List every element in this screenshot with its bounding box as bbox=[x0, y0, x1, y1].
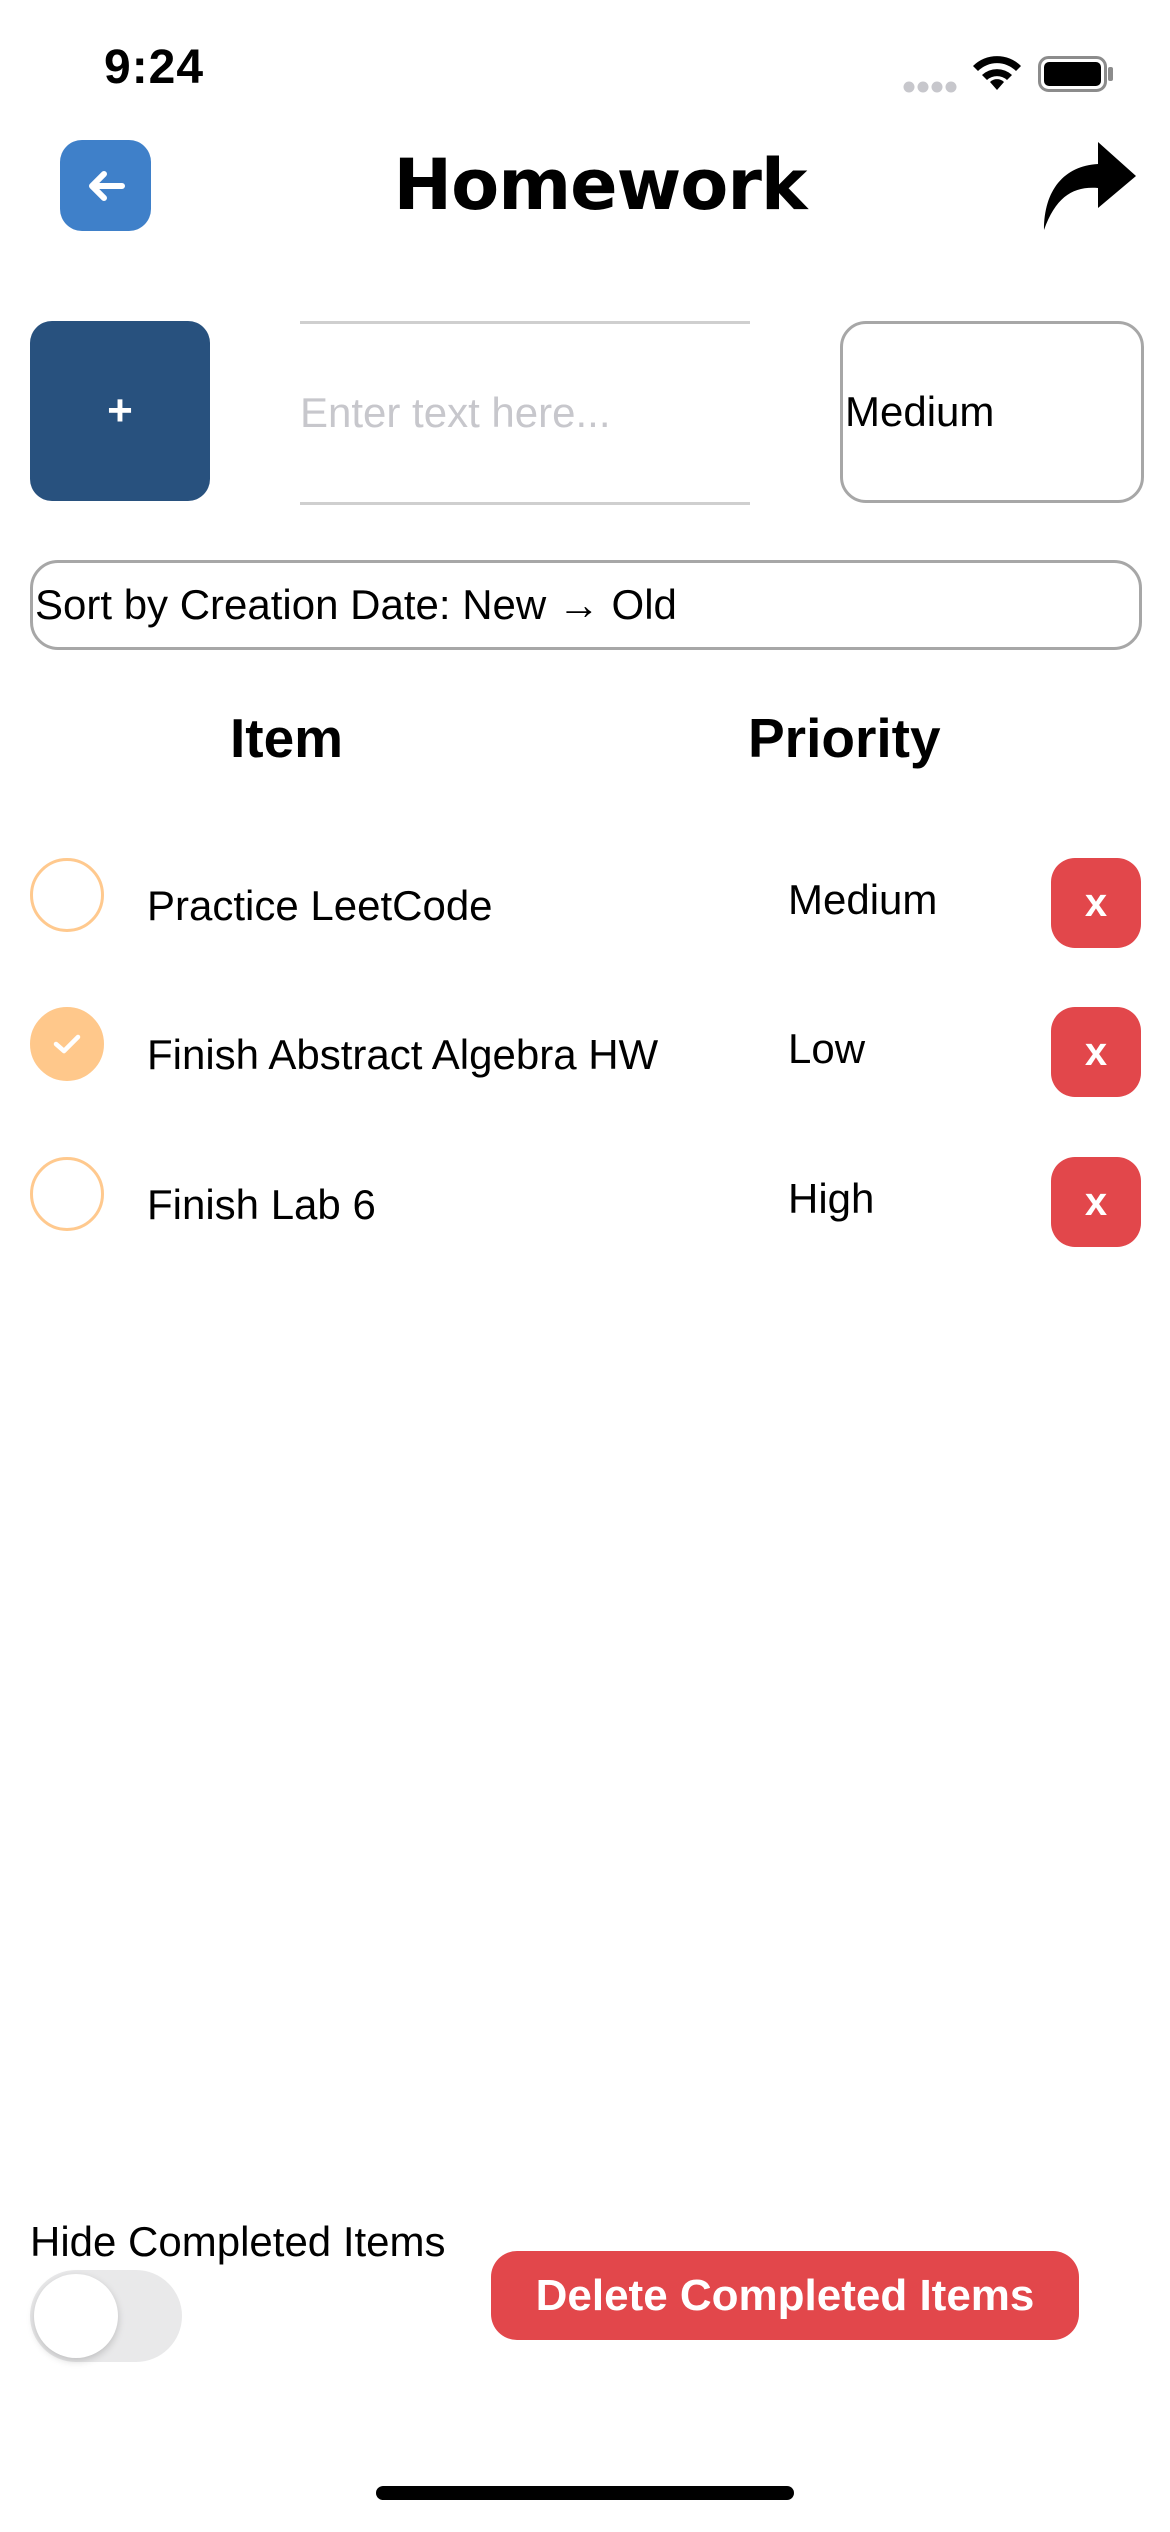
item-priority: Low bbox=[788, 1025, 866, 1072]
delete-item-button[interactable]: x bbox=[1051, 1007, 1141, 1097]
priority-select[interactable]: Medium bbox=[840, 321, 1144, 503]
complete-checkbox[interactable] bbox=[30, 1007, 104, 1081]
arrow-left-icon bbox=[88, 170, 125, 201]
list-item: Finish Lab 6 High x bbox=[0, 1157, 1170, 1267]
delete-completed-button[interactable]: Delete Completed Items bbox=[491, 2251, 1079, 2340]
hide-completed-toggle[interactable] bbox=[30, 2270, 182, 2362]
hide-completed-label: Hide Completed Items bbox=[30, 2218, 446, 2265]
share-arrow-icon[interactable] bbox=[1040, 138, 1140, 234]
item-title: Finish Lab 6 bbox=[147, 1181, 376, 1228]
page-title: Homework bbox=[393, 144, 808, 226]
sort-select[interactable]: Sort by Creation Date: New → Old bbox=[30, 560, 1142, 650]
add-item-button[interactable]: + bbox=[30, 321, 210, 501]
item-text-input[interactable] bbox=[300, 321, 750, 505]
item-priority: High bbox=[788, 1175, 875, 1222]
complete-checkbox[interactable] bbox=[30, 858, 104, 932]
column-header-priority: Priority bbox=[748, 707, 941, 769]
delete-item-button[interactable]: x bbox=[1051, 1157, 1141, 1247]
wifi-icon bbox=[973, 56, 1021, 90]
cellular-signal-icon bbox=[903, 81, 957, 93]
delete-item-button[interactable]: x bbox=[1051, 858, 1141, 948]
list-item: Practice LeetCode Medium x bbox=[0, 858, 1170, 968]
list-item: Finish Abstract Algebra HW Low x bbox=[0, 1007, 1170, 1117]
item-title: Finish Abstract Algebra HW bbox=[147, 1031, 659, 1078]
status-time: 9:24 bbox=[104, 41, 205, 94]
home-indicator bbox=[376, 2486, 794, 2500]
checkmark-icon bbox=[53, 1034, 81, 1054]
toggle-knob bbox=[34, 2274, 118, 2358]
item-priority: Medium bbox=[788, 876, 938, 923]
item-title: Practice LeetCode bbox=[147, 882, 493, 929]
column-header-item: Item bbox=[230, 707, 344, 769]
complete-checkbox[interactable] bbox=[30, 1157, 104, 1231]
back-button[interactable] bbox=[60, 140, 151, 231]
battery-icon bbox=[1038, 56, 1113, 92]
